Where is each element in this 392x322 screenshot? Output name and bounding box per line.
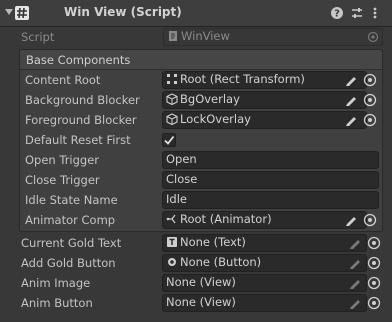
- pencil-edit-icon[interactable]: [344, 93, 358, 107]
- field-label: Content Root: [25, 73, 101, 87]
- object-picker-icon[interactable]: [367, 236, 381, 250]
- object-field-current-gold-text[interactable]: None (Text): [162, 234, 367, 252]
- group-title: Base Components: [26, 53, 131, 67]
- field-row-close-trigger: Close Trigger Close: [25, 170, 383, 190]
- script-row: Script WinView: [21, 27, 383, 47]
- field-label: Background Blocker: [25, 93, 140, 107]
- gameobject-cube-icon: [166, 113, 178, 125]
- pencil-edit-icon[interactable]: [344, 73, 358, 87]
- text-field-close-trigger[interactable]: Close: [162, 171, 379, 189]
- more-vertical-icon[interactable]: [368, 6, 382, 20]
- field-label: Open Trigger: [25, 153, 100, 167]
- pencil-edit-icon[interactable]: [344, 213, 358, 227]
- pencil-edit-icon[interactable]: [348, 256, 362, 270]
- object-field-add-gold-button[interactable]: None (Button): [162, 254, 367, 272]
- object-picker-icon: [367, 31, 379, 43]
- field-row-add-gold-button: Add Gold Button None (Button): [21, 253, 383, 273]
- field-label: Anim Button: [21, 296, 93, 310]
- field-label: Current Gold Text: [21, 236, 122, 250]
- object-picker-icon[interactable]: [363, 73, 377, 87]
- presets-sliders-icon[interactable]: [350, 6, 364, 20]
- field-label: Default Reset First: [25, 133, 131, 147]
- object-field-anim-image[interactable]: None (View): [162, 274, 367, 292]
- inspector-panel: Win View (Script) ? Script WinView Base …: [0, 0, 392, 322]
- pencil-edit-icon[interactable]: [348, 276, 362, 290]
- script-hash-icon: [15, 6, 29, 20]
- object-picker-icon[interactable]: [367, 296, 381, 310]
- object-field-animator-comp[interactable]: Root (Animator): [162, 211, 367, 229]
- checkmark-icon: [164, 135, 175, 145]
- field-label: Idle State Name: [25, 193, 118, 207]
- field-label: Close Trigger: [25, 173, 100, 187]
- field-row-animator-comp: Animator Comp Root (Animator): [25, 210, 383, 230]
- pencil-edit-icon[interactable]: [348, 236, 362, 250]
- pencil-edit-icon[interactable]: [344, 113, 358, 127]
- field-row-anim-button: Anim Button None (View): [21, 293, 383, 313]
- object-field-background-blocker[interactable]: BgOverlay: [162, 91, 367, 109]
- component-header[interactable]: Win View (Script) ?: [0, 0, 392, 27]
- field-row-foreground-blocker: Foreground Blocker LockOverlay: [25, 110, 383, 130]
- script-label: Script: [21, 30, 55, 44]
- field-row-anim-image: Anim Image None (View): [21, 273, 383, 293]
- field-row-idle-state-name: Idle State Name Idle: [25, 190, 383, 210]
- object-picker-icon[interactable]: [367, 256, 381, 270]
- script-file-icon: [169, 31, 177, 41]
- field-label: Foreground Blocker: [25, 113, 137, 127]
- field-label: Anim Image: [21, 276, 91, 290]
- object-picker-icon[interactable]: [367, 276, 381, 290]
- object-field-anim-button[interactable]: None (View): [162, 294, 367, 312]
- gameobject-cube-icon: [166, 93, 178, 105]
- field-label: Animator Comp: [25, 213, 116, 227]
- field-row-open-trigger: Open Trigger Open: [25, 150, 383, 170]
- script-field: WinView: [163, 28, 383, 46]
- object-field-foreground-blocker[interactable]: LockOverlay: [162, 111, 367, 129]
- button-component-icon: [168, 258, 176, 266]
- animator-icon: [166, 214, 176, 224]
- object-picker-icon[interactable]: [363, 93, 377, 107]
- text-field-open-trigger[interactable]: Open: [162, 151, 379, 169]
- foldout-arrow-icon[interactable]: [5, 9, 13, 15]
- field-row-current-gold-text: Current Gold Text None (Text): [21, 233, 383, 253]
- field-row-default-reset-first: Default Reset First: [25, 130, 383, 150]
- field-row-content-root: Content Root Root (Rect Transform): [25, 70, 383, 90]
- text-field-idle-state-name[interactable]: Idle: [162, 191, 379, 209]
- help-icon[interactable]: ?: [330, 6, 344, 20]
- svg-text:?: ?: [334, 9, 340, 20]
- group-header[interactable]: Base Components: [20, 50, 382, 70]
- text-component-icon: [167, 237, 177, 247]
- default-reset-first-checkbox[interactable]: [162, 133, 176, 147]
- object-picker-icon[interactable]: [363, 113, 377, 127]
- object-picker-icon[interactable]: [363, 213, 377, 227]
- rect-transform-icon: [167, 74, 177, 84]
- field-row-background-blocker: Background Blocker BgOverlay: [25, 90, 383, 110]
- component-title: Win View (Script): [64, 5, 182, 19]
- field-label: Add Gold Button: [21, 256, 116, 270]
- object-field-content-root[interactable]: Root (Rect Transform): [162, 71, 367, 89]
- pencil-edit-icon[interactable]: [348, 296, 362, 310]
